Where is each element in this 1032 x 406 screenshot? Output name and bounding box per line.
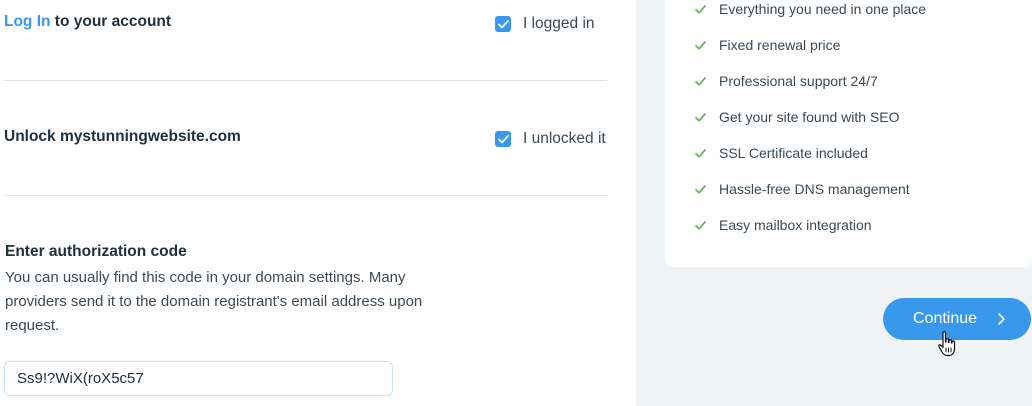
check-icon: [695, 4, 706, 14]
feature-text: Easy mailbox integration: [719, 217, 872, 233]
feature-item: Easy mailbox integration: [694, 217, 872, 233]
divider: [4, 195, 607, 196]
checkmark-icon: [497, 134, 509, 143]
feature-item: Fixed renewal price: [694, 37, 840, 53]
auth-code-description: You can usually find this code in your d…: [5, 269, 423, 334]
unlocked-label: I unlocked it: [523, 130, 606, 147]
feature-item: Hassle-free DNS management: [694, 181, 910, 197]
check-icon: [695, 76, 706, 86]
logged-in-checkbox-row[interactable]: I logged in: [495, 15, 595, 33]
logged-in-label: I logged in: [523, 15, 595, 32]
feature-item: SSL Certificate included: [694, 145, 868, 161]
check-icon: [695, 112, 706, 122]
unlock-step-title: Unlock mystunningwebsite.com: [4, 128, 241, 145]
feature-item: Get your site found with SEO: [694, 109, 900, 125]
auth-code-input[interactable]: [4, 361, 393, 396]
unlocked-checkbox[interactable]: [495, 131, 511, 147]
login-link[interactable]: Log In: [4, 13, 51, 30]
feature-text: Get your site found with SEO: [719, 109, 900, 125]
feature-item: Everything you need in one place: [694, 1, 926, 17]
hand-cursor-icon: [938, 331, 956, 357]
login-step-text: to your account: [50, 13, 172, 30]
unlocked-checkbox-row[interactable]: I unlocked it: [495, 130, 606, 148]
feature-text: SSL Certificate included: [719, 145, 868, 161]
logged-in-checkbox[interactable]: [495, 16, 511, 32]
check-icon: [695, 40, 706, 50]
check-icon: [695, 184, 706, 194]
divider: [4, 80, 607, 81]
feature-item: Professional support 24/7: [694, 73, 878, 89]
checkmark-icon: [497, 19, 509, 28]
continue-label: Continue: [913, 310, 978, 327]
transfer-steps-panel: [0, 0, 636, 406]
auth-code-heading: Enter authorization code: [5, 243, 187, 260]
feature-text: Hassle-free DNS management: [719, 181, 910, 197]
feature-text: Fixed renewal price: [719, 37, 841, 53]
chevron-right-icon: [998, 313, 1005, 325]
login-step-title: Log In to your account: [4, 13, 171, 31]
feature-text: Professional support 24/7: [719, 73, 878, 89]
feature-text: Everything you need in one place: [719, 1, 927, 17]
check-icon: [695, 220, 706, 230]
check-icon: [695, 148, 706, 158]
